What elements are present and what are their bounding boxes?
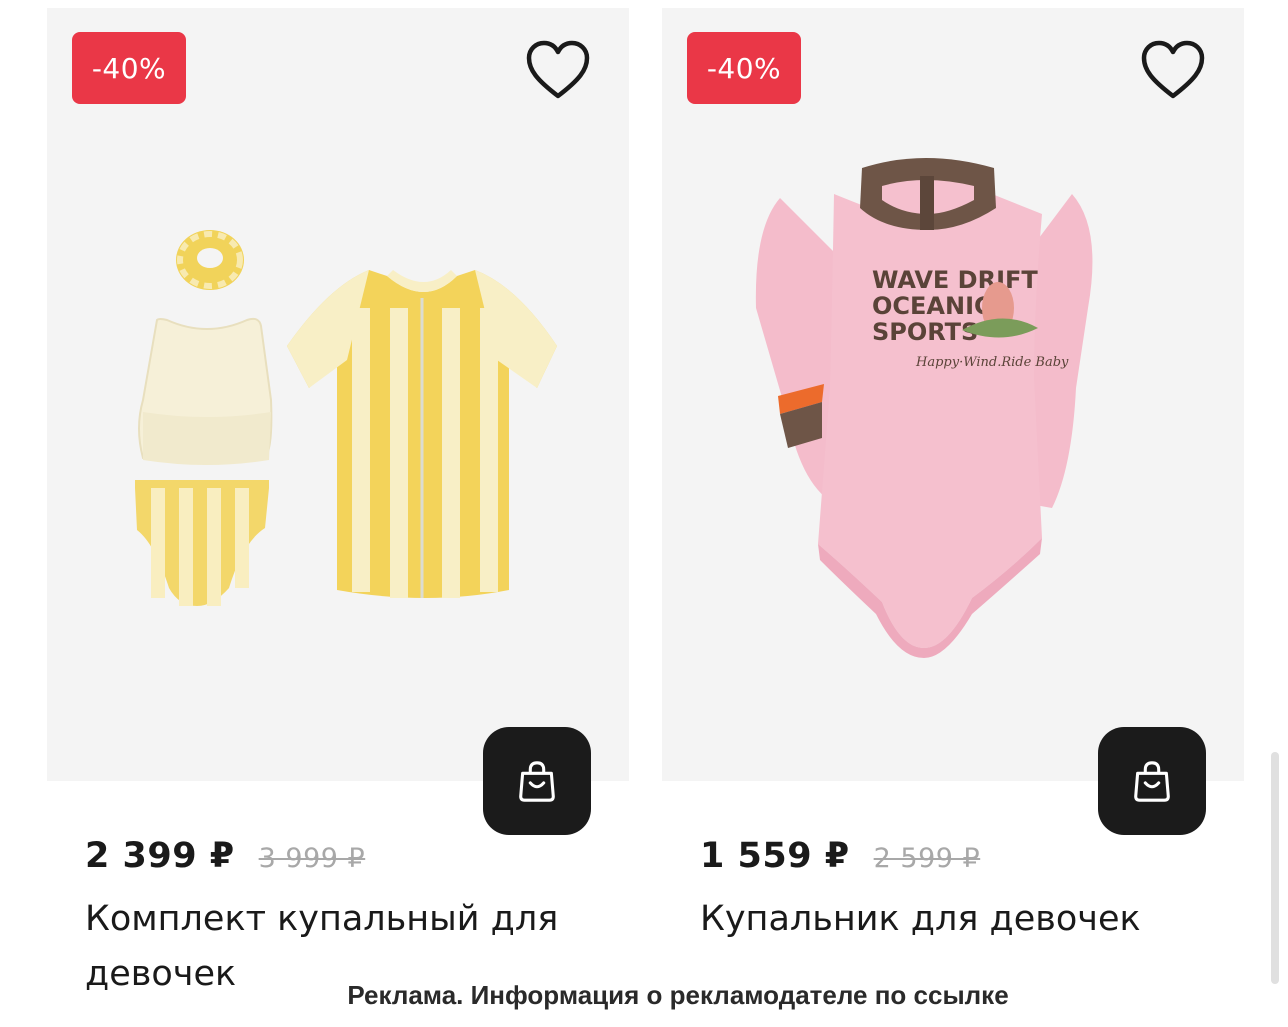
discount-badge: -40% xyxy=(72,32,186,104)
favorite-heart-icon[interactable] xyxy=(1140,40,1206,102)
add-to-cart-button[interactable] xyxy=(483,727,591,835)
add-to-cart-button[interactable] xyxy=(1098,727,1206,835)
svg-text:SPORTS: SPORTS xyxy=(872,318,978,346)
old-price: 2 599 ₽ xyxy=(873,843,981,874)
price-row: 1 559 ₽ 2 599 ₽ xyxy=(700,836,980,876)
svg-text:WAVE DRIFT: WAVE DRIFT xyxy=(872,266,1038,294)
shopping-bag-icon xyxy=(1134,761,1170,802)
current-price: 2 399 ₽ xyxy=(85,836,235,876)
svg-text:OCEANIC: OCEANIC xyxy=(872,292,992,320)
scrollbar[interactable] xyxy=(1271,752,1279,984)
ad-disclosure-text[interactable]: Реклама. Информация о рекламодателе по с… xyxy=(0,980,1288,1011)
discount-badge: -40% xyxy=(687,32,801,104)
yellow-striped-swim-set-image xyxy=(135,230,557,606)
product-image[interactable] xyxy=(47,8,629,781)
favorite-heart-icon[interactable] xyxy=(525,40,591,102)
old-price: 3 999 ₽ xyxy=(258,843,366,874)
price-row: 2 399 ₽ 3 999 ₽ xyxy=(85,836,365,876)
shopping-bag-icon xyxy=(519,761,555,802)
current-price: 1 559 ₽ xyxy=(700,836,850,876)
product-card[interactable]: WAVE DRIFT OCEANIC SPORTS Happy·Wind.Rid… xyxy=(662,0,1244,1000)
product-image[interactable]: WAVE DRIFT OCEANIC SPORTS Happy·Wind.Rid… xyxy=(662,8,1244,781)
svg-text:Happy·Wind.Ride Baby: Happy·Wind.Ride Baby xyxy=(915,355,1069,370)
product-title[interactable]: Купальник для девочек xyxy=(700,892,1240,947)
product-card[interactable]: -40% 2 399 ₽ 3 999 ₽ Комплект купальный … xyxy=(47,0,629,1000)
pink-long-sleeve-swimsuit-image: WAVE DRIFT OCEANIC SPORTS Happy·Wind.Rid… xyxy=(755,158,1093,658)
